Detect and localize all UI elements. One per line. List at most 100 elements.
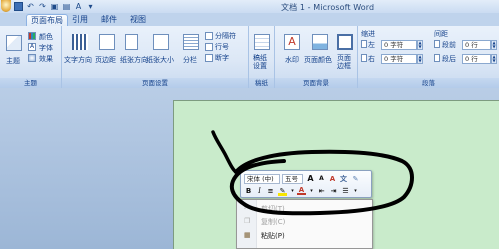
theme-fonts-label[interactable]: 字体	[39, 43, 53, 53]
customize-qat-icon[interactable]: ▾	[86, 2, 95, 11]
orientation-label[interactable]: 纸张方向	[120, 55, 148, 65]
margins-label[interactable]: 页边距	[95, 55, 116, 65]
line-numbers-icon[interactable]	[205, 43, 213, 51]
theme-button-label[interactable]: 主题	[6, 56, 20, 66]
theme-fonts-icon[interactable]: A	[28, 43, 36, 51]
spacing-before-icon	[434, 40, 440, 48]
theme-effects-label[interactable]: 效果	[39, 54, 53, 64]
watermark-label[interactable]: 水印	[285, 55, 299, 65]
undo-icon[interactable]: ↶	[26, 2, 35, 11]
highlight-dropdown-icon[interactable]: ▾	[288, 186, 297, 196]
indent-left-spinner[interactable]: ▲ ▼	[417, 40, 423, 50]
themes-group-label: 主题	[0, 78, 61, 88]
columns-icon[interactable]	[183, 34, 199, 50]
breaks-label[interactable]: 分隔符	[215, 31, 236, 41]
save-icon[interactable]	[14, 2, 23, 11]
page-setup-group: 文字方向 页边距 纸张方向 纸张大小 分栏 分隔符 行号 断字 页面设置	[62, 26, 249, 88]
themes-group: 主题 颜色 A 字体 效果 主题	[0, 26, 62, 88]
cut-icon: ✂	[244, 204, 250, 212]
grow-font-button[interactable]: A	[306, 174, 315, 184]
page-borders-label[interactable]: 页面 边框	[337, 54, 351, 70]
paste-icon: ▦	[244, 231, 251, 239]
spacing-before-field[interactable]: 0 行	[462, 40, 491, 50]
font-a-icon[interactable]: A	[74, 2, 83, 11]
page-borders-icon[interactable]	[337, 34, 353, 50]
mini-toolbar: 宋体 (中) 五号 A A A 文 ✎ B I ≡ ✎ ▾ A ▾ ⇤ ⇥ ☰ …	[240, 170, 372, 198]
theme-colors-label[interactable]: 颜色	[39, 32, 53, 42]
office-button[interactable]	[1, 0, 11, 12]
italic-button[interactable]: I	[255, 186, 264, 196]
margins-icon[interactable]	[99, 34, 115, 50]
indent-right-spinner[interactable]: ▲ ▼	[417, 54, 423, 64]
line-numbers-label[interactable]: 行号	[215, 42, 229, 52]
decrease-indent-icon[interactable]: ⇤	[317, 186, 326, 196]
bold-button[interactable]: B	[244, 186, 253, 196]
size-label[interactable]: 纸张大小	[146, 55, 174, 65]
ribbon: 主题 颜色 A 字体 效果 主题 文字方向 页边距 纸张方向 纸张大小 分栏 分…	[0, 26, 499, 88]
page-color-icon[interactable]	[312, 34, 328, 50]
columns-label[interactable]: 分栏	[183, 55, 197, 65]
theme-effects-icon[interactable]	[28, 54, 36, 62]
context-menu: ✂ 剪切(T) ❐ 复制(C) ▦ 粘贴(P)	[236, 199, 373, 249]
page-color-label[interactable]: 页面颜色	[304, 55, 332, 65]
wen-char-icon[interactable]: 文	[339, 174, 348, 184]
theme-colors-icon[interactable]	[28, 32, 36, 40]
text-direction-icon[interactable]	[72, 34, 88, 50]
bullets-icon[interactable]: ☰	[341, 186, 350, 196]
indent-left-icon	[361, 40, 367, 48]
font-a-icon[interactable]: A	[328, 174, 337, 184]
orientation-icon[interactable]	[125, 34, 138, 50]
indent-header: 缩进	[361, 30, 375, 38]
spacing-after-icon	[434, 54, 440, 62]
font-color-icon[interactable]: A	[297, 186, 306, 195]
indent-left-label: 左	[368, 41, 375, 49]
spacing-before-spinner[interactable]: ▲ ▼	[491, 40, 497, 50]
quick-access-toolbar: ↶ ↷ ▣ ▤ A ▾	[14, 2, 95, 12]
spacing-after-label: 段后	[442, 55, 456, 63]
center-align-icon[interactable]: ≡	[266, 186, 275, 196]
bullets-dropdown-icon[interactable]: ▾	[351, 186, 360, 196]
increase-indent-icon[interactable]: ⇥	[329, 186, 338, 196]
manuscript-group-label: 稿纸	[249, 78, 274, 88]
menu-item-cut[interactable]: 剪切(T)	[261, 204, 285, 214]
tab-view[interactable]: 视图	[126, 14, 150, 26]
manuscript-label[interactable]: 稿纸 设置	[253, 54, 267, 70]
spacing-before-label: 段前	[442, 41, 456, 49]
indent-left-field[interactable]: 0 字符	[381, 40, 417, 50]
indent-right-field[interactable]: 0 字符	[381, 54, 417, 64]
format-painter-icon[interactable]: ✎	[351, 174, 360, 184]
window-title: 文档 1 - Microsoft Word	[281, 3, 375, 12]
manuscript-icon[interactable]	[254, 34, 270, 50]
manuscript-group: 稿纸 设置 稿纸	[249, 26, 275, 88]
breaks-icon[interactable]	[205, 32, 213, 40]
font-color-dropdown-icon[interactable]: ▾	[307, 186, 316, 196]
page-background-group-label: 页面背景	[275, 78, 357, 88]
font-size-dropdown[interactable]: 五号	[282, 174, 303, 184]
hyphenation-icon[interactable]	[205, 54, 213, 62]
paragraph-group: 缩进 间距 左 0 字符 ▲ ▼ 右 0 字符 ▲ ▼ 段前 0 行 ▲ ▼ 段后 0…	[358, 26, 499, 88]
indent-right-icon	[361, 54, 367, 62]
open-icon[interactable]: ▤	[62, 2, 71, 11]
paragraph-group-label: 段落	[358, 78, 499, 88]
indent-right-label: 右	[368, 55, 375, 63]
menu-item-copy[interactable]: 复制(C)	[261, 217, 285, 227]
page-background-group: A 水印 页面颜色 页面 边框 页面背景	[275, 26, 358, 88]
redo-icon[interactable]: ↷	[38, 2, 47, 11]
shrink-font-button[interactable]: A	[317, 174, 326, 184]
hyphenation-label[interactable]: 断字	[215, 53, 229, 63]
tab-mailings[interactable]: 邮件	[97, 14, 121, 26]
spacing-after-field[interactable]: 0 行	[462, 54, 491, 64]
menu-item-paste[interactable]: 粘贴(P)	[261, 231, 285, 241]
tab-page-layout[interactable]: 页面布局	[26, 14, 68, 26]
highlight-icon[interactable]: ✎	[278, 186, 287, 196]
watermark-icon[interactable]: A	[284, 34, 300, 50]
tab-references[interactable]: 引用	[68, 14, 92, 26]
print-preview-icon[interactable]: ▣	[50, 2, 59, 11]
page-setup-group-label: 页面设置	[62, 78, 248, 88]
spacing-header: 间距	[434, 30, 448, 38]
text-direction-label[interactable]: 文字方向	[64, 55, 92, 65]
font-name-dropdown[interactable]: 宋体 (中)	[244, 174, 280, 184]
theme-icon[interactable]	[6, 35, 22, 51]
spacing-after-spinner[interactable]: ▲ ▼	[491, 54, 497, 64]
size-icon[interactable]	[153, 34, 169, 50]
